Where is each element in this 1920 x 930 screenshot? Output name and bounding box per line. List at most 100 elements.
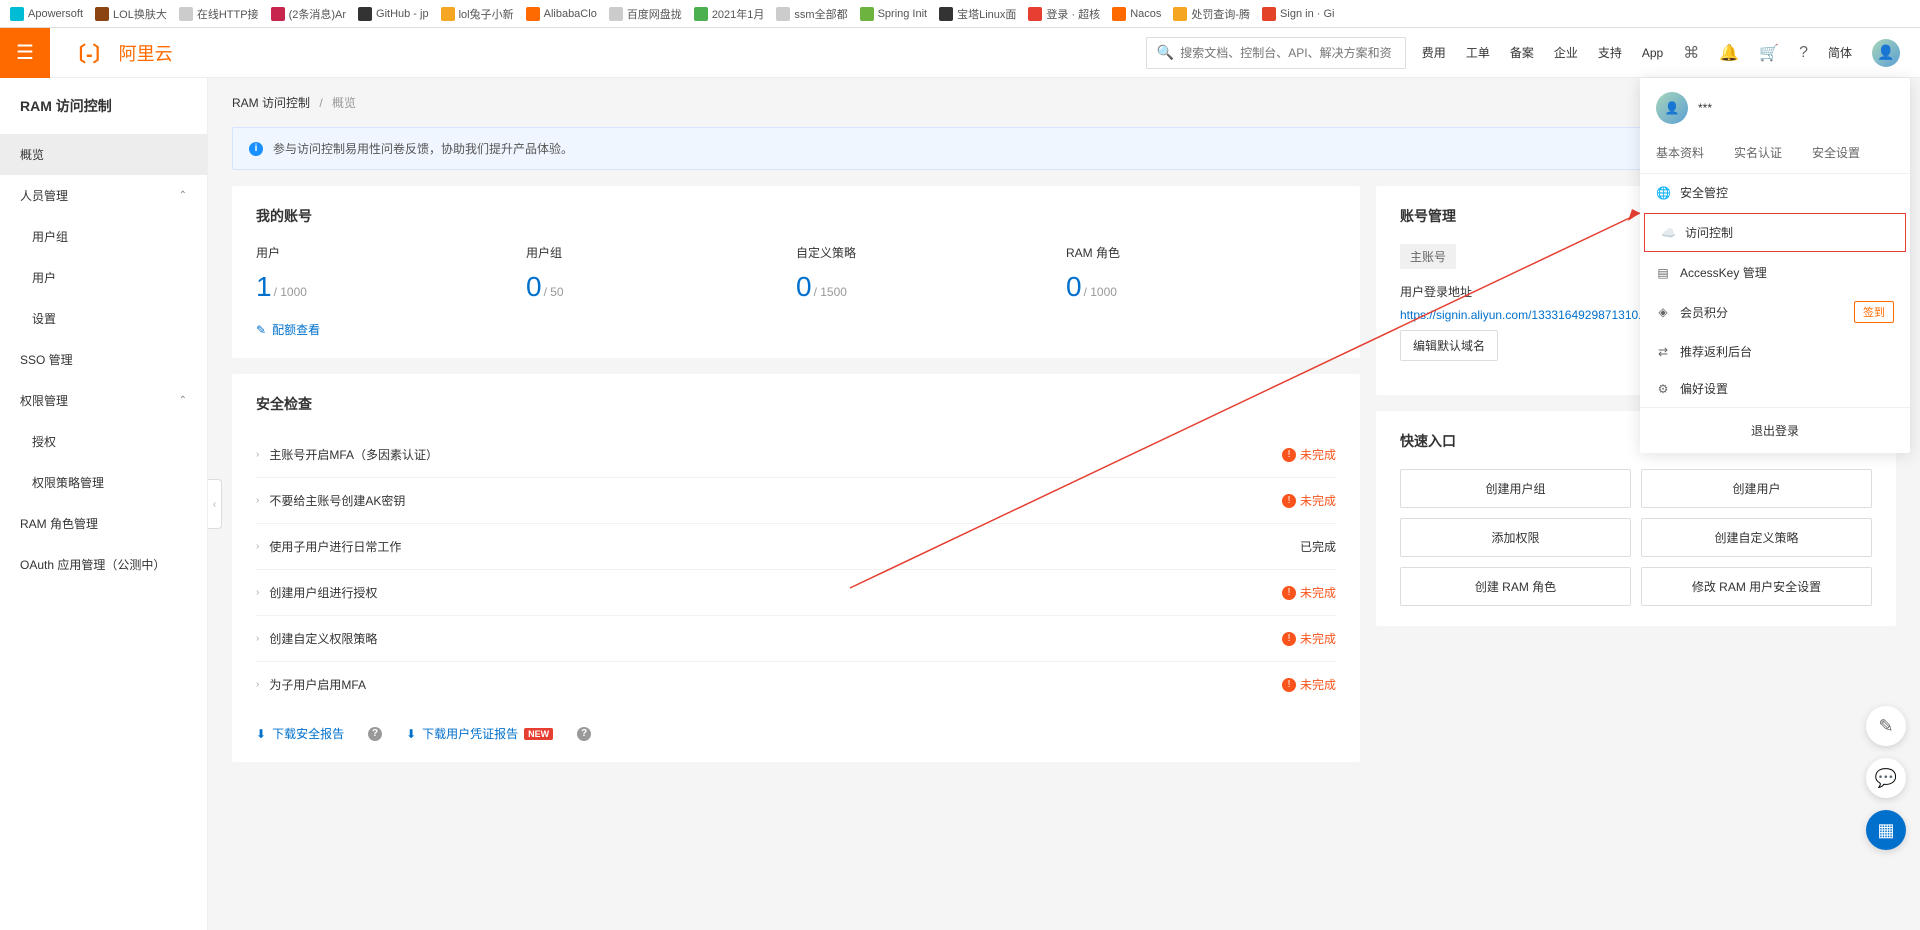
help-tooltip-icon[interactable]: ?	[577, 727, 591, 741]
dropdown-item-2[interactable]: ▤AccessKey 管理	[1640, 254, 1910, 291]
check-status: !未完成	[1282, 630, 1336, 647]
sidebar-item-3[interactable]: 用户	[0, 257, 207, 298]
stat-value: 0	[1066, 271, 1082, 302]
sidebar-item-4[interactable]: 设置	[0, 298, 207, 339]
nav-backup[interactable]: 备案	[1510, 44, 1534, 61]
search-input[interactable]	[1180, 46, 1395, 60]
browser-tab[interactable]: Sign in · Gi	[1256, 0, 1340, 27]
dropdown-item-5[interactable]: ⚙偏好设置	[1640, 370, 1910, 407]
sidebar-item-label: OAuth 应用管理（公测中）	[20, 556, 165, 573]
browser-tab[interactable]: LOL换肤大	[89, 0, 173, 27]
dropdown-item-icon: ◈	[1656, 305, 1670, 319]
sidebar-item-2[interactable]: 用户组	[0, 216, 207, 257]
sidebar-item-7[interactable]: 授权	[0, 421, 207, 462]
logout-button[interactable]: 退出登录	[1640, 407, 1910, 453]
tab-label: LOL换肤大	[113, 6, 167, 22]
quick-button-0[interactable]: 创建用户组	[1400, 469, 1631, 508]
browser-tab[interactable]: AlibabaClo	[520, 0, 603, 27]
help-icon[interactable]: ?	[1799, 44, 1808, 62]
chevron-right-icon: ›	[256, 495, 259, 506]
security-check-item[interactable]: ›创建用户组进行授权!未完成	[256, 570, 1336, 616]
chat-button[interactable]: 💬	[1866, 758, 1906, 798]
tab-favicon	[1028, 7, 1042, 21]
quick-button-4[interactable]: 创建 RAM 角色	[1400, 567, 1631, 606]
sidebar-item-label: 权限管理	[20, 392, 68, 409]
security-check-item[interactable]: ›创建自定义权限策略!未完成	[256, 616, 1336, 662]
quick-button-2[interactable]: 添加权限	[1400, 518, 1631, 557]
account-type-tag: 主账号	[1400, 244, 1456, 269]
nav-fee[interactable]: 费用	[1422, 44, 1446, 61]
cart-icon[interactable]: 🛒	[1759, 43, 1779, 63]
browser-tab[interactable]: 登录 · 超核	[1022, 0, 1106, 27]
browser-tab[interactable]: 处罚查询-腾	[1167, 0, 1256, 27]
nav-support[interactable]: 支持	[1598, 44, 1622, 61]
help-tooltip-icon[interactable]: ?	[368, 727, 382, 741]
quota-link[interactable]: ✎ 配额查看	[256, 321, 320, 338]
dropdown-tab-realname[interactable]: 实名认证	[1734, 144, 1782, 161]
download-credential-report-link[interactable]: ⬇ 下载用户凭证报告 NEW	[406, 725, 553, 742]
warning-icon: !	[1282, 678, 1296, 692]
browser-tab[interactable]: (2条消息)Ar	[265, 0, 352, 27]
global-search[interactable]: 🔍	[1146, 37, 1406, 69]
dropdown-item-1[interactable]: ☁️访问控制	[1644, 213, 1906, 252]
browser-tab[interactable]: 百度网盘拢	[603, 0, 688, 27]
stat-value: 0	[796, 271, 812, 302]
sidebar-item-6[interactable]: 权限管理 ⌃	[0, 380, 207, 421]
user-avatar[interactable]: 👤	[1872, 39, 1900, 67]
notification-icon[interactable]: 🔔	[1719, 43, 1739, 63]
browser-tab[interactable]: 2021年1月	[688, 0, 771, 27]
browser-tab[interactable]: lol兔子小新	[435, 0, 520, 27]
logo[interactable]: 〔-〕 阿里云	[66, 38, 173, 67]
dropdown-tab-security[interactable]: 安全设置	[1812, 144, 1860, 161]
nav-enterprise[interactable]: 企业	[1554, 44, 1578, 61]
security-check-item[interactable]: ›使用子用户进行日常工作已完成	[256, 524, 1336, 570]
breadcrumb-root[interactable]: RAM 访问控制	[232, 96, 310, 110]
sidebar-item-5[interactable]: SSO 管理	[0, 339, 207, 380]
search-icon: 🔍	[1157, 44, 1174, 61]
my-account-card: 我的账号 用户1/ 1000用户组0/ 50自定义策略0/ 1500RAM 角色…	[232, 186, 1360, 358]
signin-badge[interactable]: 签到	[1854, 301, 1894, 323]
edit-domain-button[interactable]: 编辑默认域名	[1400, 330, 1498, 361]
sidebar-item-1[interactable]: 人员管理⌃	[0, 175, 207, 216]
nav-ticket[interactable]: 工单	[1466, 44, 1490, 61]
browser-tab[interactable]: Apowersoft	[4, 0, 89, 27]
sidebar-item-8[interactable]: 权限策略管理	[0, 462, 207, 503]
security-check-card: 安全检查 ›主账号开启MFA（多因素认证）!未完成›不要给主账号创建AK密钥!未…	[232, 374, 1360, 762]
security-check-item[interactable]: ›不要给主账号创建AK密钥!未完成	[256, 478, 1336, 524]
tab-favicon	[526, 7, 540, 21]
download-security-report-link[interactable]: ⬇ 下载安全报告	[256, 725, 344, 742]
dropdown-item-0[interactable]: 🌐安全管控	[1640, 174, 1910, 211]
browser-tab[interactable]: 在线HTTP接	[173, 0, 265, 27]
apps-button[interactable]: ▦	[1866, 810, 1906, 850]
security-check-item[interactable]: ›主账号开启MFA（多因素认证）!未完成	[256, 432, 1336, 478]
sidebar-item-0[interactable]: 概览	[0, 134, 207, 175]
tab-favicon	[1262, 7, 1276, 21]
quick-button-3[interactable]: 创建自定义策略	[1641, 518, 1872, 557]
feedback-button[interactable]: ✎	[1866, 706, 1906, 746]
login-url-link[interactable]: https://signin.aliyun.com/13331649298713…	[1400, 308, 1655, 322]
chevron-up-icon: ⌃	[179, 395, 187, 406]
sidebar-item-9[interactable]: RAM 角色管理	[0, 503, 207, 544]
cloudshell-icon[interactable]: ⌘	[1683, 43, 1699, 63]
tab-label: 处罚查询-腾	[1191, 6, 1250, 22]
dropdown-item-label: 访问控制	[1685, 224, 1733, 241]
browser-tab[interactable]: 宝塔Linux面	[933, 0, 1022, 27]
dropdown-item-4[interactable]: ⇄推荐返利后台	[1640, 333, 1910, 370]
quick-button-5[interactable]: 修改 RAM 用户安全设置	[1641, 567, 1872, 606]
browser-tab[interactable]: ssm全部都	[770, 0, 853, 27]
sidebar-collapse-handle[interactable]: ‹	[208, 479, 222, 529]
security-check-item[interactable]: ›为子用户启用MFA!未完成	[256, 662, 1336, 707]
check-text: 创建用户组进行授权	[269, 584, 1272, 601]
chevron-right-icon: ›	[256, 633, 259, 644]
browser-tab[interactable]: Spring Init	[854, 0, 934, 27]
nav-app[interactable]: App	[1642, 46, 1663, 60]
dropdown-item-3[interactable]: ◈会员积分签到	[1640, 291, 1910, 333]
quick-button-1[interactable]: 创建用户	[1641, 469, 1872, 508]
dropdown-tab-profile[interactable]: 基本资料	[1656, 144, 1704, 161]
hamburger-menu-button[interactable]: ☰	[0, 28, 50, 78]
browser-tab[interactable]: Nacos	[1106, 0, 1167, 27]
nav-lang[interactable]: 简体	[1828, 44, 1852, 61]
browser-tab[interactable]: GitHub - jp	[352, 0, 435, 27]
sidebar-item-10[interactable]: OAuth 应用管理（公测中）	[0, 544, 207, 585]
info-icon: i	[249, 142, 263, 156]
